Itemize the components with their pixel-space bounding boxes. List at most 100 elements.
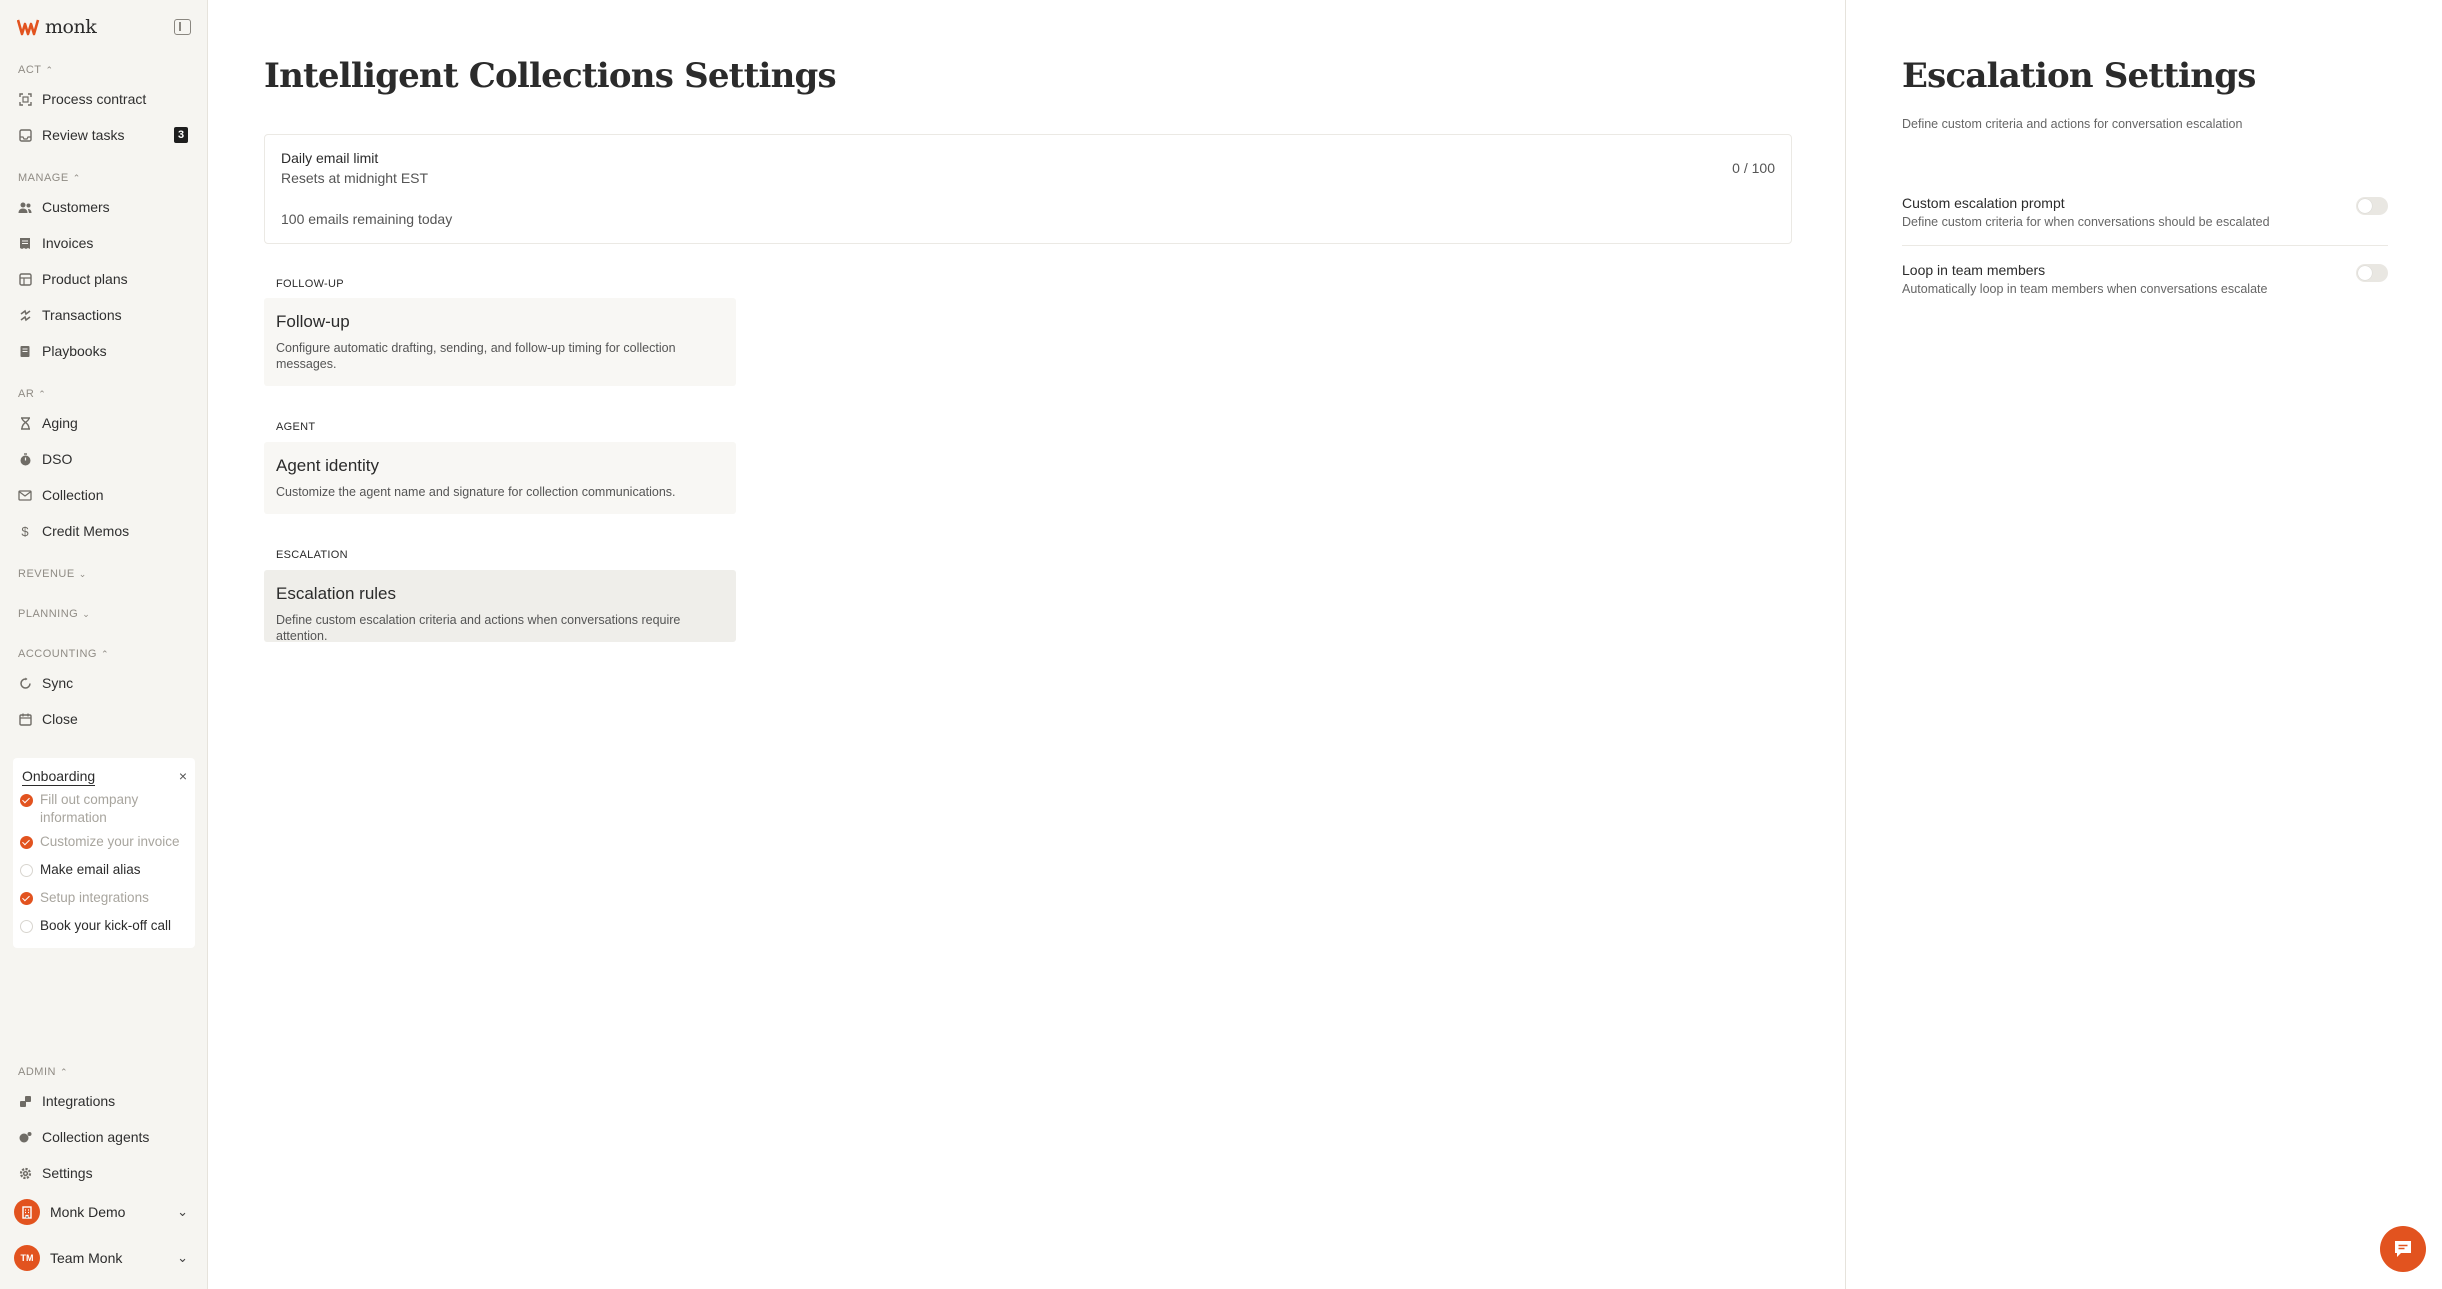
mail-icon xyxy=(18,488,32,502)
section-accounting[interactable]: ACCOUNTING ⌃ xyxy=(18,648,109,660)
sidebar-item-collection-agents[interactable]: Collection agents xyxy=(10,1122,198,1152)
sidebar-item-label: Product plans xyxy=(42,271,128,287)
sidebar-item-review-tasks[interactable]: Review tasks 3 xyxy=(10,120,198,150)
section-label: ACCOUNTING xyxy=(18,648,97,660)
escalation-rules-settings-card[interactable]: Escalation rules Define custom escalatio… xyxy=(264,570,736,643)
sidebar-item-process-contract[interactable]: Process contract xyxy=(10,84,198,114)
setting-description: Configure automatic drafting, sending, a… xyxy=(276,341,676,371)
sidebar-item-playbooks[interactable]: Playbooks xyxy=(10,336,198,366)
sidebar-item-label: Invoices xyxy=(42,235,94,251)
section-revenue[interactable]: REVENUE ⌄ xyxy=(18,568,87,580)
email-limit-remaining: 100 emails remaining today xyxy=(281,211,453,227)
onboarding-item-kickoff-call[interactable]: Book your kick-off call xyxy=(20,917,190,935)
sidebar-item-collection[interactable]: Collection xyxy=(10,480,198,510)
setting-title: Escalation rules xyxy=(276,584,397,603)
onboarding-item-company-info[interactable]: Fill out company information xyxy=(20,791,190,827)
group-label-escalation: ESCALATION xyxy=(276,549,348,561)
review-tasks-count-badge: 3 xyxy=(174,127,188,143)
sidebar-item-dso[interactable]: DSO xyxy=(10,444,198,474)
section-manage[interactable]: MANAGE ⌃ xyxy=(18,172,81,184)
onboarding-item-label: Fill out company information xyxy=(40,792,139,825)
invoice-icon xyxy=(18,236,32,250)
setting-description: Define custom escalation criteria and ac… xyxy=(276,613,681,643)
custom-escalation-prompt-toggle[interactable] xyxy=(2356,197,2388,215)
sidebar-item-invoices[interactable]: Invoices xyxy=(10,228,198,258)
sidebar-item-label: Integrations xyxy=(42,1093,116,1109)
sidebar-item-close[interactable]: Close xyxy=(10,704,198,734)
setting-title: Custom escalation prompt xyxy=(1902,195,2065,211)
group-label-agent: AGENT xyxy=(276,421,316,433)
chevron-down-icon: ⌄ xyxy=(78,568,87,579)
sidebar-item-product-plans[interactable]: Product plans xyxy=(10,264,198,294)
email-limit-reset: Resets at midnight EST xyxy=(281,170,429,186)
sidebar-item-aging[interactable]: Aging xyxy=(10,408,198,438)
section-label: PLANNING xyxy=(18,608,79,620)
dollar-icon: $ xyxy=(21,523,29,539)
section-planning[interactable]: PLANNING ⌄ xyxy=(18,608,90,620)
chevron-down-icon: ⌄ xyxy=(177,1250,188,1265)
section-act[interactable]: ACT ⌃ xyxy=(18,64,54,76)
chevron-up-icon: ⌃ xyxy=(72,172,81,183)
sidebar-item-label: Process contract xyxy=(42,91,147,107)
onboarding-title[interactable]: Onboarding xyxy=(22,768,96,786)
user-switcher[interactable]: TM Team Monk ⌄ xyxy=(14,1243,198,1273)
monk-logo-icon xyxy=(17,19,40,36)
loop-in-team-members-toggle[interactable] xyxy=(2356,264,2388,282)
sidebar-item-customers[interactable]: Customers xyxy=(10,192,198,222)
chat-support-button[interactable] xyxy=(2380,1226,2426,1272)
sidebar-item-label: Collection xyxy=(42,487,104,503)
workspace-switcher[interactable]: Monk Demo ⌄ xyxy=(14,1197,198,1227)
agent-identity-settings-card[interactable]: Agent identity Customize the agent name … xyxy=(264,442,736,514)
daily-email-limit-card: Daily email limit Resets at midnight EST… xyxy=(264,134,1792,244)
onboarding-item-integrations[interactable]: Setup integrations xyxy=(20,889,190,907)
sidebar-item-integrations[interactable]: Integrations xyxy=(10,1086,198,1116)
empty-circle-icon xyxy=(20,920,33,933)
sidebar-item-sync[interactable]: Sync xyxy=(10,668,198,698)
inbox-icon xyxy=(18,128,32,142)
sidebar-item-settings[interactable]: Settings xyxy=(10,1158,198,1188)
setting-description: Automatically loop in team members when … xyxy=(1902,282,2268,296)
main-content: Intelligent Collections Settings Daily e… xyxy=(208,0,1848,1289)
empty-circle-icon xyxy=(20,864,33,877)
check-circle-icon xyxy=(20,892,33,905)
users-icon xyxy=(18,200,32,214)
onboarding-item-customize-invoice[interactable]: Customize your invoice xyxy=(20,833,190,851)
sidebar-item-label: Credit Memos xyxy=(42,523,130,539)
section-label: ACT xyxy=(18,64,42,76)
onboarding-checklist: Onboarding × Fill out company informatio… xyxy=(13,758,195,948)
chevron-up-icon: ⌃ xyxy=(38,388,47,399)
sidebar-item-label: Customers xyxy=(42,199,110,215)
chevron-up-icon: ⌃ xyxy=(45,64,54,75)
section-label: ADMIN xyxy=(18,1066,56,1078)
section-label: REVENUE xyxy=(18,568,75,580)
onboarding-item-label: Customize your invoice xyxy=(40,834,180,849)
sidebar-item-transactions[interactable]: Transactions xyxy=(10,300,198,330)
escalation-settings-panel: Escalation Settings Define custom criter… xyxy=(1845,0,2442,1289)
sidebar-item-credit-memos[interactable]: $ Credit Memos xyxy=(10,516,198,546)
page-title: Intelligent Collections Settings xyxy=(264,56,837,96)
sidebar-item-label: Settings xyxy=(42,1165,93,1181)
calendar-icon xyxy=(18,712,32,726)
setting-title: Agent identity xyxy=(276,456,380,475)
brand-logo[interactable]: monk xyxy=(17,16,97,38)
sidebar: monk ACT ⌃ Process contract Review tasks … xyxy=(0,0,208,1289)
sidebar-item-label: Close xyxy=(42,711,78,727)
follow-up-settings-card[interactable]: Follow-up Configure automatic drafting, … xyxy=(264,298,736,386)
sidebar-item-label: Sync xyxy=(42,675,74,691)
custom-escalation-prompt-row: Custom escalation prompt Define custom c… xyxy=(1902,195,2388,261)
setting-description: Customize the agent name and signature f… xyxy=(276,485,676,499)
loop-in-team-members-row: Loop in team members Automatically loop … xyxy=(1902,262,2388,328)
sidebar-item-label: Playbooks xyxy=(42,343,107,359)
sidebar-collapse-icon[interactable] xyxy=(174,19,191,35)
book-icon xyxy=(18,344,32,358)
document-scan-icon xyxy=(18,92,32,106)
onboarding-item-label: Setup integrations xyxy=(40,890,149,905)
onboarding-item-label: Make email alias xyxy=(40,862,141,877)
onboarding-item-email-alias[interactable]: Make email alias xyxy=(20,861,190,879)
close-icon[interactable]: × xyxy=(179,768,187,784)
chevron-down-icon: ⌄ xyxy=(177,1204,188,1219)
user-avatar: TM xyxy=(14,1245,40,1271)
section-ar[interactable]: AR ⌃ xyxy=(18,388,46,400)
section-admin[interactable]: ADMIN ⌃ xyxy=(18,1066,68,1078)
sidebar-item-label: Collection agents xyxy=(42,1129,150,1145)
